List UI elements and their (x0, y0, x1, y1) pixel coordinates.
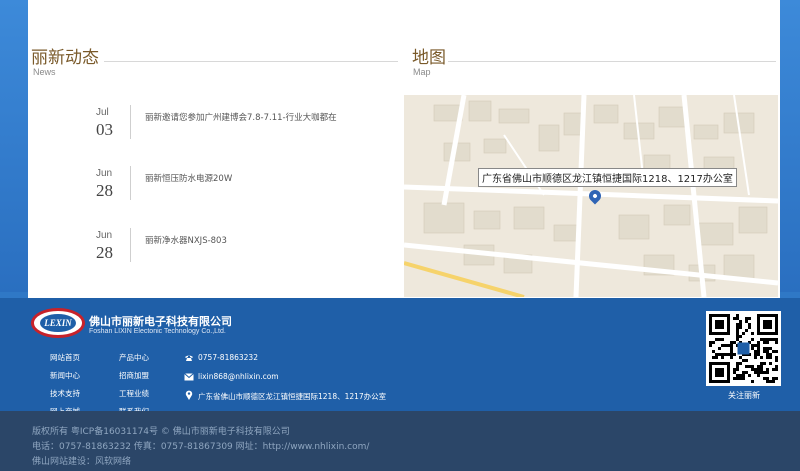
phone-icon (185, 355, 193, 361)
news-item[interactable]: Jul 03 丽新邀请您参加广州建博会7.8-7.11-行业大咖都在 (96, 105, 396, 141)
news-section-title: 丽新动态 (31, 48, 99, 68)
map-title-rule (448, 61, 776, 62)
qr-code-image (709, 314, 778, 383)
news-day: 28 (96, 181, 113, 200)
footer-link-home[interactable]: 网站首页 (50, 352, 80, 363)
news-title-rule (104, 61, 398, 62)
footer-link-products[interactable]: 产品中心 (119, 352, 149, 363)
news-title-link[interactable]: 丽新邀请您参加广州建博会7.8-7.11-行业大咖都在 (145, 111, 337, 123)
map-section-subtitle: Map (413, 67, 431, 77)
content-panel: 丽新动态 News Jul 03 丽新邀请您参加广州建博会7.8-7.11-行业… (28, 0, 780, 298)
footer-email[interactable]: lixin868@nhlixin.com (198, 372, 279, 381)
map-section-title: 地图 (412, 48, 446, 68)
footer-link-projects[interactable]: 工程业绩 (119, 388, 149, 399)
news-title-link[interactable]: 丽新净水器NXJS-803 (145, 234, 227, 246)
news-section-subtitle: News (33, 67, 56, 77)
wechat-qr-code[interactable] (706, 311, 781, 386)
news-divider (130, 105, 131, 139)
footer-link-support[interactable]: 技术支持 (50, 388, 80, 399)
news-month: Jun (96, 230, 113, 241)
qr-label: 关注丽新 (728, 391, 760, 400)
news-title-link[interactable]: 丽新恒压防水电源20W (145, 172, 232, 184)
contact-line: 电话：0757-81863232 传真：0757-81867309 网址：htt… (32, 442, 370, 452)
footer-phone: 0757-81863232 (198, 353, 258, 362)
news-divider (130, 166, 131, 200)
news-divider (130, 228, 131, 262)
news-day: 03 (96, 120, 113, 139)
news-item[interactable]: Jun 28 丽新恒压防水电源20W (96, 166, 396, 202)
footer-link-news[interactable]: 新闻中心 (50, 370, 80, 381)
news-day: 28 (96, 243, 113, 262)
company-name-en: Foshan LIXIN Electonic Technology Co.,Lt… (89, 328, 226, 335)
news-month: Jun (96, 168, 113, 179)
footer-address: 广东省佛山市顺德区龙江镇恒捷国际1218、1217办公室 (198, 392, 387, 401)
location-map[interactable]: 广东省佛山市顺德区龙江镇恒捷国际1218、1217办公室 (404, 95, 778, 297)
map-address-label: 广东省佛山市顺德区龙江镇恒捷国际1218、1217办公室 (478, 168, 737, 187)
mail-icon (184, 373, 194, 381)
site-builder-credit: 佛山网站建设：风软网络 (32, 457, 132, 467)
news-month: Jul (96, 107, 109, 118)
company-logo[interactable]: LEXIN (31, 308, 85, 338)
company-name-cn: 佛山市丽新电子科技有限公司 (89, 315, 232, 328)
footer-link-franchise[interactable]: 招商加盟 (119, 370, 149, 381)
news-item[interactable]: Jun 28 丽新净水器NXJS-803 (96, 228, 396, 264)
copyright-text: 版权所有 粤ICP备16031174号 © 佛山市丽新电子科技有限公司 (32, 427, 290, 437)
logo-text: LEXIN (40, 314, 76, 332)
location-pin-icon (185, 390, 193, 400)
